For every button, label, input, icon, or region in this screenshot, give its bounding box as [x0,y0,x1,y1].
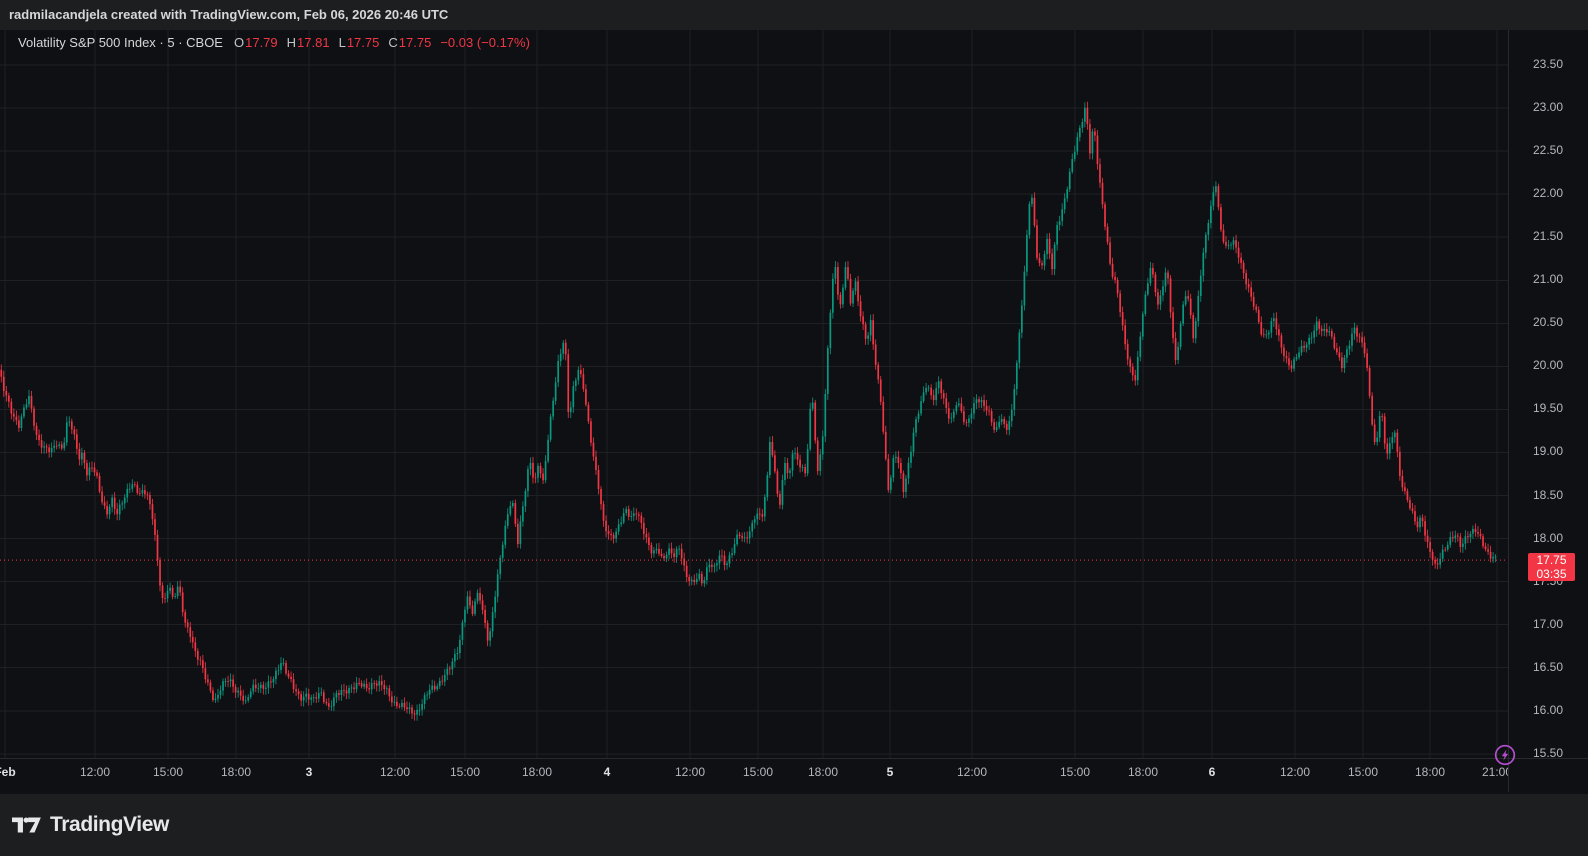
attribution-bar: radmilacandjela created with TradingView… [0,0,1588,30]
price-axis-label: 20.50 [1533,315,1563,329]
time-axis-label: 12:00 [675,765,705,779]
time-axis-label: 15:00 [1060,765,1090,779]
time-axis-label: 18:00 [808,765,838,779]
price-axis-label: 19.00 [1533,444,1563,458]
time-axis-label: 18:00 [221,765,251,779]
time-axis-label: 15:00 [153,765,183,779]
time-axis-separator [0,758,1588,759]
time-axis-label-major: 4 [604,765,611,779]
tradingview-snapshot: radmilacandjela created with TradingView… [0,0,1588,856]
time-axis-label: 12:00 [380,765,410,779]
time-axis-label-major: Feb [0,765,16,779]
price-axis-label: 22.50 [1533,143,1563,157]
brand-name: TradingView [50,813,169,837]
price-axis-label: 18.00 [1533,531,1563,545]
footer-bar: TradingView [0,794,1588,856]
time-axis-label: 15:00 [1348,765,1378,779]
time-axis-label: 18:00 [522,765,552,779]
price-axis[interactable]: 17.75 03:35 23.50 23.00 22.50 22.00 21.50 21.… [1508,30,1588,792]
price-axis-label: 18.50 [1533,488,1563,502]
time-axis-label: 18:00 [1415,765,1445,779]
time-axis[interactable]: Feb 12:00 15:00 18:00 3 12:00 15:00 18:00 4 12:00… [0,759,1508,792]
tradingview-logo[interactable]: TradingView [12,813,169,837]
price-axis-label: 23.50 [1533,57,1563,71]
time-axis-label: 12:00 [957,765,987,779]
price-axis-label: 22.00 [1533,186,1563,200]
time-axis-label: 21:00 [1482,765,1508,779]
price-axis-label: 17.00 [1533,617,1563,631]
price-axis-label: 19.50 [1533,401,1563,415]
time-axis-label: 18:00 [1128,765,1158,779]
price-axis-label: 23.00 [1533,100,1563,114]
time-axis-label: 12:00 [1280,765,1310,779]
price-axis-label: 21.50 [1533,229,1563,243]
candlestick-chart[interactable] [0,30,1508,758]
time-axis-label: 15:00 [743,765,773,779]
price-axis-label: 16.50 [1533,660,1563,674]
price-axis-label: 21.00 [1533,272,1563,286]
refresh-button[interactable] [1493,743,1517,767]
time-axis-label: 12:00 [80,765,110,779]
price-axis-label: 16.00 [1533,703,1563,717]
time-axis-label-major: 5 [887,765,894,779]
time-axis-label-major: 6 [1209,765,1216,779]
attribution-text: radmilacandjela created with TradingView… [9,7,448,22]
tradingview-logomark-icon [12,817,42,833]
lightning-icon [1493,743,1517,767]
time-axis-label: 15:00 [450,765,480,779]
price-axis-label: 20.00 [1533,358,1563,372]
time-axis-label-major: 3 [306,765,313,779]
bar-countdown: 03:35 [1528,567,1575,581]
last-price-value: 17.75 [1528,553,1575,567]
last-price-badge: 17.75 03:35 [1528,553,1575,581]
